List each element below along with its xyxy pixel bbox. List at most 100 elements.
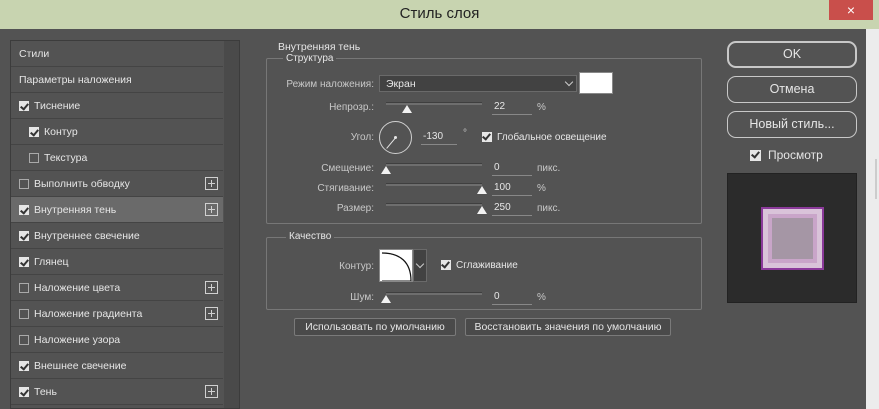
- window-title: Стиль слоя: [399, 5, 480, 22]
- style-item-checkbox[interactable]: [19, 361, 29, 371]
- angle-dial[interactable]: [379, 121, 412, 154]
- choke-slider-thumb[interactable]: [477, 186, 487, 194]
- style-item[interactable]: Текстура: [11, 145, 223, 171]
- noise-label: Шум:: [350, 292, 374, 303]
- contour-label: Контур:: [339, 261, 374, 272]
- style-item-label: Параметры наложения: [19, 74, 132, 86]
- angle-unit: °: [463, 128, 467, 139]
- style-item-label: Наложение цвета: [34, 282, 121, 294]
- blend-mode-value: Экран: [386, 78, 416, 90]
- style-item[interactable]: Тень: [11, 379, 223, 405]
- antialias-label: Сглаживание: [456, 260, 518, 271]
- style-item[interactable]: Внутренняя тень: [11, 197, 223, 223]
- angle-input[interactable]: -130: [421, 130, 457, 145]
- new-style-button[interactable]: Новый стиль...: [727, 111, 857, 138]
- opacity-slider-thumb[interactable]: [402, 105, 413, 113]
- style-item-label: Внутреннее свечение: [34, 230, 140, 242]
- make-default-button[interactable]: Использовать по умолчанию: [294, 318, 456, 336]
- contour-curve-icon: [381, 252, 412, 281]
- chevron-down-icon: [415, 259, 425, 269]
- shadow-color-swatch[interactable]: [579, 72, 613, 94]
- styles-list-scrollbar[interactable]: [224, 41, 239, 408]
- style-item-checkbox[interactable]: [19, 231, 29, 241]
- style-item-label: Тиснение: [34, 100, 81, 112]
- distance-label: Смещение:: [321, 163, 374, 174]
- style-item[interactable]: Наложение узора: [11, 327, 223, 353]
- style-item-checkbox[interactable]: [19, 309, 29, 319]
- choke-input[interactable]: 100: [492, 181, 532, 196]
- style-item-checkbox[interactable]: [19, 205, 29, 215]
- style-item[interactable]: Контур: [11, 119, 223, 145]
- opacity-slider-track[interactable]: [386, 102, 482, 105]
- style-item-label: Наложение узора: [34, 334, 121, 346]
- distance-slider-thumb[interactable]: [381, 166, 391, 174]
- noise-input[interactable]: 0: [492, 290, 532, 305]
- style-item-label: Внешнее свечение: [34, 360, 127, 372]
- opacity-input[interactable]: 22: [492, 100, 532, 115]
- antialias-checkbox[interactable]: [441, 260, 451, 270]
- size-slider-thumb[interactable]: [477, 206, 487, 214]
- style-item[interactable]: Стили: [11, 41, 223, 67]
- style-item-label: Наложение градиента: [34, 308, 143, 320]
- style-item-label: Внутренняя тень: [34, 204, 117, 216]
- distance-input[interactable]: 0: [492, 161, 532, 176]
- style-item-checkbox[interactable]: [19, 179, 29, 189]
- global-light-label: Глобальное освещение: [497, 132, 607, 143]
- contour-preview[interactable]: [379, 249, 413, 282]
- style-item-label: Выполнить обводку: [34, 178, 130, 190]
- blend-mode-label: Режим наложения:: [286, 79, 374, 90]
- size-slider-track[interactable]: [386, 203, 482, 206]
- style-item-checkbox[interactable]: [19, 335, 29, 345]
- distance-slider-track[interactable]: [386, 163, 482, 166]
- preview-thumbnail: [761, 207, 824, 270]
- reset-default-button[interactable]: Восстановить значения по умолчанию: [465, 318, 671, 336]
- add-effect-icon[interactable]: [205, 177, 218, 190]
- style-item[interactable]: Внутреннее свечение: [11, 223, 223, 249]
- chevron-down-icon: [564, 77, 574, 87]
- style-item-label: Глянец: [34, 256, 69, 268]
- style-item[interactable]: Наложение градиента: [11, 301, 223, 327]
- angle-label: Угол:: [350, 132, 374, 143]
- quality-group-label: Качество: [286, 231, 335, 242]
- section-title: Внутренняя тень: [278, 41, 361, 53]
- style-item[interactable]: Внешнее свечение: [11, 353, 223, 379]
- global-light-checkbox[interactable]: [482, 132, 492, 142]
- style-item[interactable]: Глянец: [11, 249, 223, 275]
- style-item-checkbox[interactable]: [29, 127, 39, 137]
- preview-label: Просмотр: [768, 148, 823, 162]
- styles-list: Стили Параметры наложения Тиснение Контур Те…: [10, 40, 240, 409]
- size-input[interactable]: 250: [492, 201, 532, 216]
- style-item[interactable]: Параметры наложения: [11, 67, 223, 93]
- distance-unit: пикс.: [537, 163, 561, 174]
- choke-slider-track[interactable]: [386, 183, 482, 186]
- close-button[interactable]: ×: [829, 0, 873, 20]
- noise-slider-track[interactable]: [386, 292, 482, 295]
- add-effect-icon[interactable]: [205, 203, 218, 216]
- add-effect-icon[interactable]: [205, 307, 218, 320]
- opacity-unit: %: [537, 102, 546, 113]
- title-bar: Стиль слоя ×: [0, 0, 879, 29]
- contour-dropdown[interactable]: [413, 249, 427, 282]
- choke-unit: %: [537, 183, 546, 194]
- structure-group-label: Структура: [283, 53, 337, 64]
- style-item-checkbox[interactable]: [29, 153, 39, 163]
- style-item-checkbox[interactable]: [19, 101, 29, 111]
- cancel-button[interactable]: Отмена: [727, 76, 857, 103]
- add-effect-icon[interactable]: [205, 281, 218, 294]
- ok-button[interactable]: OK: [727, 41, 857, 68]
- background-window-edge: [866, 29, 879, 409]
- style-item[interactable]: Наложение цвета: [11, 275, 223, 301]
- blend-mode-select[interactable]: Экран: [379, 75, 577, 92]
- style-item-checkbox[interactable]: [19, 387, 29, 397]
- style-item-label: Стили: [19, 48, 50, 60]
- style-item[interactable]: Тиснение: [11, 93, 223, 119]
- size-label: Размер:: [336, 203, 374, 214]
- preview-checkbox[interactable]: [750, 150, 761, 161]
- style-item[interactable]: Выполнить обводку: [11, 171, 223, 197]
- style-item-checkbox[interactable]: [19, 257, 29, 267]
- choke-label: Стягивание:: [317, 183, 374, 194]
- noise-slider-thumb[interactable]: [381, 295, 391, 303]
- style-item-checkbox[interactable]: [19, 283, 29, 293]
- add-effect-icon[interactable]: [205, 385, 218, 398]
- style-item-label: Тень: [34, 386, 57, 398]
